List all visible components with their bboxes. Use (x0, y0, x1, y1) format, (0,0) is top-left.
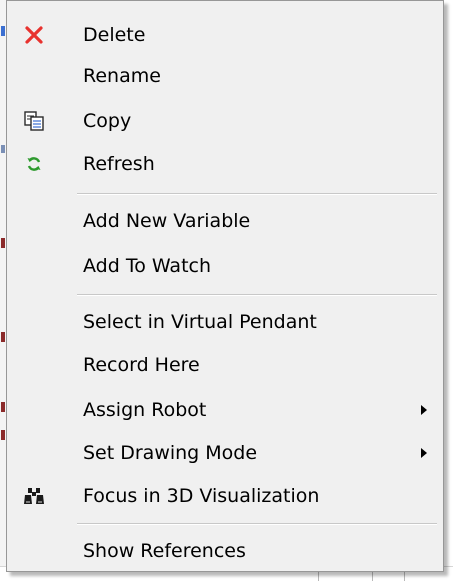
background-mark (1, 402, 5, 412)
menu-item-label: Assign Robot (83, 398, 207, 421)
menu-item-add-new-variable[interactable]: Add New Variable (7, 200, 443, 241)
menu-item-label: Rename (83, 64, 161, 87)
menu-item-label: Set Drawing Mode (83, 441, 258, 464)
menu-item-assign-robot[interactable]: Assign Robot (7, 389, 443, 430)
background-mark (1, 430, 5, 440)
menu-item-select-in-virtual-pendant[interactable]: Select in Virtual Pendant (7, 301, 443, 342)
submenu-arrow-icon (421, 404, 427, 415)
menu-item-label: Show References (83, 539, 246, 562)
menu-item-label: Select in Virtual Pendant (83, 310, 317, 333)
menu-item-set-drawing-mode[interactable]: Set Drawing Mode (7, 432, 443, 473)
menu-item-focus-in-3d-visualization[interactable]: Focus in 3D Visualization (7, 475, 443, 516)
menu-separator (77, 193, 437, 195)
menu-item-refresh[interactable]: Refresh (7, 143, 443, 184)
background-mark (1, 332, 5, 342)
menu-item-label: Focus in 3D Visualization (83, 484, 320, 507)
menu-item-copy[interactable]: Copy (7, 100, 443, 141)
background-divider (318, 571, 319, 581)
background-divider (372, 571, 373, 581)
menu-item-label: Add To Watch (83, 254, 212, 277)
menu-item-label: Copy (83, 109, 132, 132)
menu-separator (77, 523, 437, 525)
menu-item-add-to-watch[interactable]: Add To Watch (7, 245, 443, 286)
menu-item-label: Record Here (83, 353, 200, 376)
background-divider (404, 571, 405, 581)
menu-separator (77, 294, 437, 296)
delete-x-icon (23, 24, 45, 46)
copy-icon (23, 110, 45, 132)
background-mark (1, 238, 5, 248)
context-menu: Delete Rename Copy Refresh Add New Varia… (6, 0, 444, 572)
background-mark (1, 145, 5, 153)
menu-item-label: Refresh (83, 152, 155, 175)
refresh-icon (23, 153, 45, 175)
binoculars-icon (23, 485, 45, 507)
menu-item-rename[interactable]: Rename (7, 55, 443, 96)
menu-item-delete[interactable]: Delete (7, 14, 443, 55)
menu-item-show-references[interactable]: Show References (7, 530, 443, 571)
background-mark (1, 26, 5, 36)
submenu-arrow-icon (421, 447, 427, 458)
menu-item-label: Delete (83, 23, 146, 46)
menu-item-label: Add New Variable (83, 209, 251, 232)
menu-item-record-here[interactable]: Record Here (7, 344, 443, 385)
